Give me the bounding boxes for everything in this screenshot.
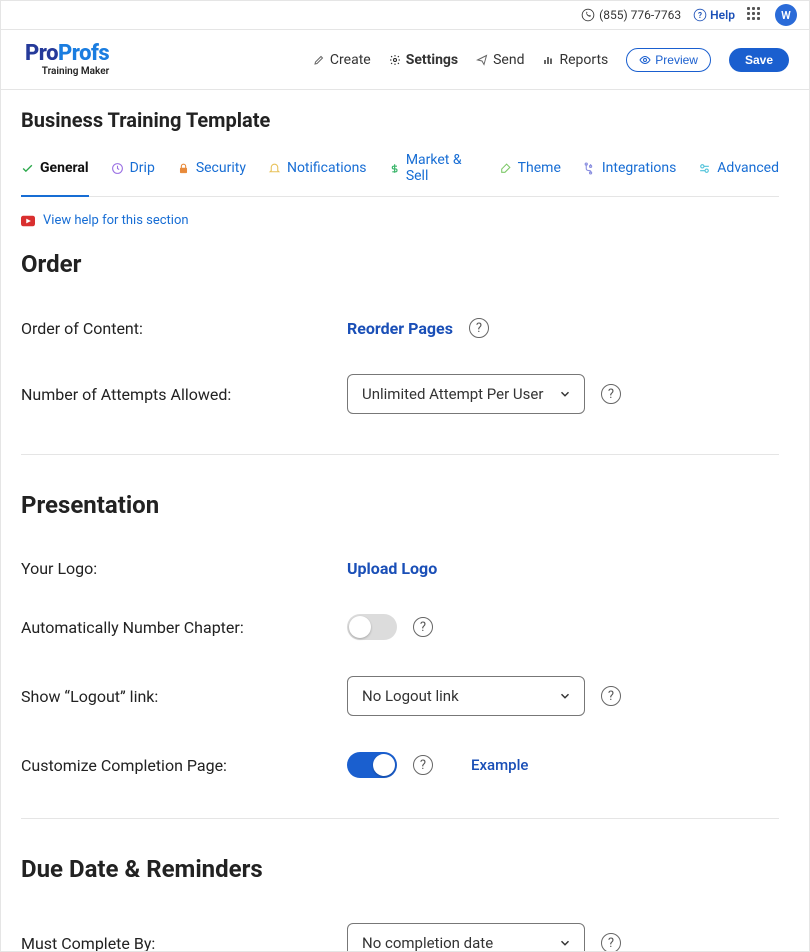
must-complete-value: No completion date: [362, 934, 493, 951]
logo-sub: Training Maker: [42, 67, 109, 77]
order-heading: Order: [21, 250, 779, 278]
apps-grid-icon[interactable]: [747, 7, 763, 23]
clock-icon: [111, 162, 124, 175]
avatar[interactable]: W: [775, 4, 797, 26]
row-order-of-content: Order of Content: Reorder Pages ?: [21, 318, 779, 338]
logo-part2: Profs: [58, 41, 109, 66]
row-your-logo: Your Logo: Upload Logo: [21, 559, 779, 578]
row-must-complete: Must Complete By: No completion date ?: [21, 923, 779, 951]
send-icon: [476, 54, 488, 66]
tab-notifications[interactable]: Notifications: [268, 146, 367, 196]
bell-icon: [268, 162, 281, 175]
check-badge-icon: [21, 162, 34, 175]
chevron-down-icon: [558, 387, 572, 401]
row-customize-completion: Customize Completion Page: ? Example: [21, 752, 779, 778]
nav-reports[interactable]: Reports: [542, 52, 608, 68]
auto-number-toggle[interactable]: [347, 614, 397, 640]
branch-icon: [583, 162, 596, 175]
preview-button[interactable]: Preview: [626, 48, 711, 72]
your-logo-label: Your Logo:: [21, 559, 347, 578]
pencil-icon: [313, 54, 325, 66]
attempts-select[interactable]: Unlimited Attempt Per User: [347, 374, 585, 414]
row-logout-link: Show “Logout” link: No Logout link ?: [21, 676, 779, 716]
help-icon[interactable]: ?: [413, 617, 433, 637]
logo[interactable]: ProProfs Training Maker: [25, 43, 109, 77]
sliders-icon: [698, 162, 711, 175]
save-button[interactable]: Save: [729, 48, 789, 72]
help-label: Help: [710, 8, 735, 22]
completion-label: Customize Completion Page:: [21, 756, 347, 775]
section-due-date: Due Date & Reminders Must Complete By: N…: [21, 855, 779, 951]
help-link[interactable]: ? Help: [693, 8, 735, 22]
section-presentation: Presentation Your Logo: Upload Logo Auto…: [21, 491, 779, 819]
youtube-icon: [21, 215, 35, 227]
lock-icon: [177, 162, 190, 175]
upload-logo-link[interactable]: Upload Logo: [347, 559, 437, 578]
auto-number-label: Automatically Number Chapter:: [21, 618, 347, 637]
settings-tabs: General Drip Security Notifications Mark…: [21, 146, 779, 197]
help-icon[interactable]: ?: [601, 384, 621, 404]
gear-icon: [389, 54, 401, 66]
chevron-down-icon: [558, 936, 572, 950]
avatar-initial: W: [781, 9, 791, 22]
logout-label: Show “Logout” link:: [21, 687, 347, 706]
help-icon[interactable]: ?: [413, 755, 433, 775]
tab-market-sell[interactable]: Market & Sell: [389, 146, 477, 196]
logout-value: No Logout link: [362, 687, 459, 705]
attempts-label: Number of Attempts Allowed:: [21, 385, 347, 404]
tab-security[interactable]: Security: [177, 146, 246, 196]
utility-bar: (855) 776-7763 ? Help W: [1, 1, 809, 30]
nav-settings[interactable]: Settings: [389, 52, 458, 68]
phone-text: (855) 776-7763: [599, 8, 681, 22]
tab-integrations[interactable]: Integrations: [583, 146, 676, 196]
row-auto-number: Automatically Number Chapter: ?: [21, 614, 779, 640]
help-icon[interactable]: ?: [601, 686, 621, 706]
chevron-down-icon: [558, 689, 572, 703]
tab-theme[interactable]: Theme: [499, 146, 561, 196]
brush-icon: [499, 162, 512, 175]
presentation-heading: Presentation: [21, 491, 779, 519]
help-icon[interactable]: ?: [469, 318, 489, 338]
phone-icon: [581, 8, 595, 22]
completion-toggle[interactable]: [347, 752, 397, 778]
row-attempts: Number of Attempts Allowed: Unlimited At…: [21, 374, 779, 414]
due-heading: Due Date & Reminders: [21, 855, 779, 883]
eye-icon: [639, 54, 651, 66]
main-header: ProProfs Training Maker Create Settings …: [1, 30, 809, 90]
svg-text:?: ?: [698, 10, 702, 20]
nav-create[interactable]: Create: [313, 52, 371, 68]
must-complete-label: Must Complete By:: [21, 934, 347, 952]
bar-chart-icon: [542, 54, 554, 66]
help-icon: ?: [693, 8, 707, 22]
must-complete-select[interactable]: No completion date: [347, 923, 585, 951]
help-icon[interactable]: ?: [601, 933, 621, 951]
nav-send[interactable]: Send: [476, 52, 524, 68]
phone-number: (855) 776-7763: [581, 8, 681, 22]
logo-part1: Pro: [25, 41, 58, 66]
page-title: Business Training Template: [21, 108, 779, 132]
section-order: Order Order of Content: Reorder Pages ? …: [21, 250, 779, 455]
content-area: Business Training Template General Drip …: [1, 90, 809, 951]
tab-drip[interactable]: Drip: [111, 146, 155, 196]
order-of-content-label: Order of Content:: [21, 319, 347, 338]
example-link[interactable]: Example: [471, 756, 528, 774]
logout-select[interactable]: No Logout link: [347, 676, 585, 716]
tab-general[interactable]: General: [21, 146, 89, 196]
tab-advanced[interactable]: Advanced: [698, 146, 779, 196]
view-help-link[interactable]: View help for this section: [21, 213, 779, 228]
attempts-value: Unlimited Attempt Per User: [362, 385, 543, 403]
main-nav: Create Settings Send Reports Preview Sav…: [313, 48, 789, 72]
dollar-icon: [389, 162, 400, 175]
reorder-pages-link[interactable]: Reorder Pages: [347, 319, 453, 338]
